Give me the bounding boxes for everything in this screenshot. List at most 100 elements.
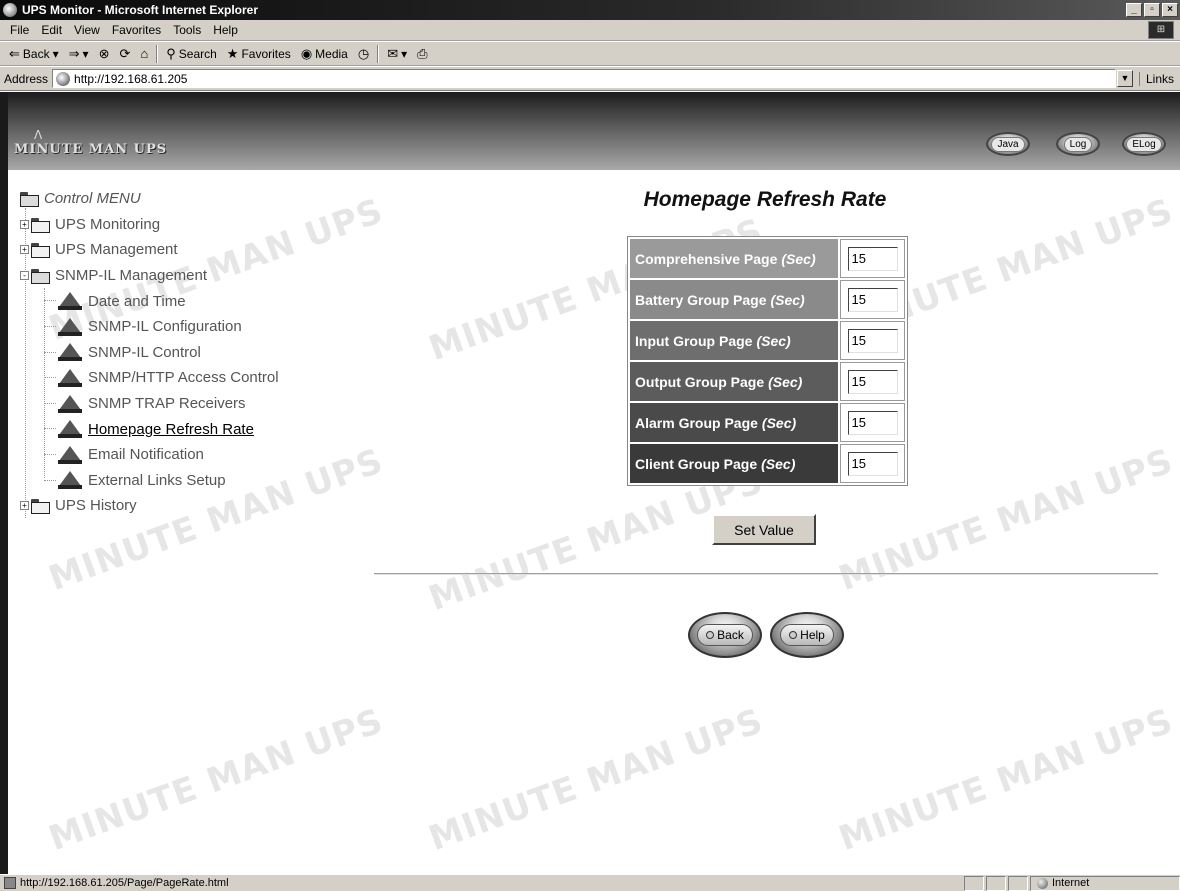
back-button[interactable]: Back	[688, 612, 762, 658]
log-button[interactable]: Log	[1056, 132, 1100, 156]
print-button[interactable]: ⎙	[412, 46, 432, 62]
home-button[interactable]: ⌂	[135, 46, 153, 61]
watermark: MINUTE MAN UPS	[43, 700, 389, 860]
tree-item-snmp-il-control[interactable]: SNMP-IL Control	[20, 340, 340, 366]
value-cell	[840, 362, 905, 401]
java-button[interactable]: Java	[986, 132, 1030, 156]
input-group-page-input[interactable]	[847, 328, 898, 353]
window-title: UPS Monitor - Microsoft Internet Explore…	[22, 3, 259, 17]
menu-file[interactable]: File	[4, 23, 35, 37]
menu-edit[interactable]: Edit	[35, 23, 68, 37]
search-icon: ⚲	[166, 45, 176, 61]
row-label: Comprehensive Page (Sec)	[630, 239, 838, 278]
tree-item-label: Date and Time	[88, 292, 186, 310]
search-button[interactable]: ⚲ Search	[161, 46, 222, 62]
menu-help[interactable]: Help	[207, 23, 244, 37]
refresh-rate-table: Comprehensive Page(Sec) Battery Group Pa…	[627, 236, 908, 486]
back-nav-label: Back	[22, 46, 50, 61]
bullet-icon	[789, 631, 798, 639]
status-panel	[1008, 875, 1028, 891]
table-row: Input Group Page (Sec)	[630, 321, 905, 360]
media-label: Media	[315, 46, 348, 61]
menu-tools[interactable]: Tools	[167, 23, 207, 37]
address-dropdown-icon[interactable]: ▼	[1116, 70, 1133, 87]
elog-button[interactable]: ELog	[1122, 132, 1166, 156]
security-zone: Internet	[1030, 875, 1180, 891]
refresh-button[interactable]: ⟳	[114, 46, 135, 62]
status-panel	[964, 875, 984, 891]
favorites-button[interactable]: ★ Favorites	[222, 46, 296, 62]
page-status-icon	[4, 877, 16, 889]
pyramid-page-icon	[58, 343, 82, 362]
tree-item-snmp-http-access-control[interactable]: SNMP/HTTP Access Control	[20, 365, 340, 391]
row-label: Input Group Page (Sec)	[630, 321, 838, 360]
folder-icon	[31, 499, 50, 515]
address-input[interactable]: http://192.168.61.205	[52, 69, 1116, 88]
tree-item-label: SNMP-IL Configuration	[88, 318, 242, 336]
watermark: MINUTE MAN UPS	[423, 700, 769, 860]
help-button[interactable]: Help	[770, 612, 844, 658]
tree-item-email-notification[interactable]: Email Notification	[20, 442, 340, 468]
back-nav-button[interactable]: ⇐ Back ▾	[4, 46, 64, 62]
tree-item-external-links-setup[interactable]: External Links Setup	[20, 468, 340, 494]
row-label: Output Group Page (Sec)	[630, 362, 838, 401]
media-button[interactable]: ◉ Media	[296, 46, 353, 62]
stop-button[interactable]: ⊗	[94, 46, 115, 62]
set-value-button[interactable]: Set Value	[712, 514, 816, 545]
maximize-button[interactable]: ▫	[1144, 3, 1160, 17]
page-icon	[56, 71, 71, 86]
tree-item-snmp-trap-receivers[interactable]: SNMP TRAP Receivers	[20, 391, 340, 417]
tree-item-homepage-refresh-rate[interactable]: Homepage Refresh Rate	[20, 416, 340, 442]
brand-logo: MINUTE MAN UPS	[14, 142, 168, 157]
history-button[interactable]: ◷	[353, 46, 374, 62]
tree-item-snmp-il-configuration[interactable]: SNMP-IL Configuration	[20, 314, 340, 340]
page-header: ᐱ MINUTE MAN UPS Java Log ELog	[0, 92, 1180, 170]
collapse-icon[interactable]: -	[20, 271, 29, 281]
watermark: MINUTE MAN UPS	[833, 700, 1179, 860]
alarm-group-page-input[interactable]	[847, 410, 898, 435]
tree-item-ups-management[interactable]: + UPS Management	[20, 237, 340, 263]
back-dropdown-icon[interactable]: ▾	[53, 47, 59, 61]
mail-dropdown-icon[interactable]: ▾	[401, 47, 407, 61]
tree-item-snmp-il-management[interactable]: - SNMP-IL Management	[20, 263, 340, 289]
forward-dropdown-icon[interactable]: ▾	[83, 47, 89, 61]
output-group-page-input[interactable]	[847, 369, 898, 394]
folder-open-icon	[20, 192, 39, 208]
tree-item-label[interactable]: Homepage Refresh Rate	[88, 421, 254, 438]
tree-item-ups-history[interactable]: + UPS History	[20, 493, 340, 519]
folder-open-icon	[31, 269, 50, 285]
bullet-icon	[706, 631, 715, 639]
favorites-label: Favorites	[241, 46, 291, 61]
tree-root[interactable]: Control MENU	[20, 186, 340, 212]
tree-item-ups-monitoring[interactable]: + UPS Monitoring	[20, 212, 340, 238]
unit-label: (Sec)	[761, 414, 797, 431]
menu-favorites[interactable]: Favorites	[106, 23, 167, 37]
close-button[interactable]: ×	[1162, 3, 1178, 17]
tree-item-date-and-time[interactable]: Date and Time	[20, 288, 340, 314]
menu-view[interactable]: View	[68, 23, 106, 37]
page-title: Homepage Refresh Rate	[643, 188, 887, 211]
toolbar: ⇐ Back ▾ ⇒ ▾ ⊗ ⟳ ⌂ ⚲ Search ★ Favorites …	[0, 42, 1180, 66]
battery-group-page-input[interactable]	[847, 287, 898, 312]
tree-root-label: Control MENU	[44, 190, 141, 208]
pyramid-page-icon	[58, 394, 82, 413]
zone-label: Internet	[1052, 877, 1090, 889]
status-bar: http://192.168.61.205/Page/PageRate.html…	[0, 874, 1180, 891]
client-group-page-input[interactable]	[847, 451, 898, 476]
links-button[interactable]: Links	[1138, 71, 1180, 86]
stop-icon: ⊗	[98, 45, 110, 61]
tree-item-label: UPS Monitoring	[55, 215, 161, 233]
forward-arrow-icon: ⇒	[68, 45, 80, 61]
table-row: Alarm Group Page (Sec)	[630, 403, 905, 442]
expand-icon[interactable]: +	[20, 219, 29, 229]
expand-icon[interactable]: +	[20, 501, 29, 511]
minimize-button[interactable]: _	[1126, 3, 1142, 17]
tree-item-label: SNMP-IL Control	[88, 343, 201, 361]
mail-button[interactable]: ✉ ▾	[382, 46, 412, 62]
comprehensive-page-input[interactable]	[847, 246, 898, 271]
unit-label: (Sec)	[770, 291, 805, 308]
pyramid-page-icon	[58, 420, 82, 439]
back-button-label: Back	[717, 628, 744, 642]
forward-nav-button[interactable]: ⇒ ▾	[64, 46, 94, 62]
expand-icon[interactable]: +	[20, 245, 29, 255]
